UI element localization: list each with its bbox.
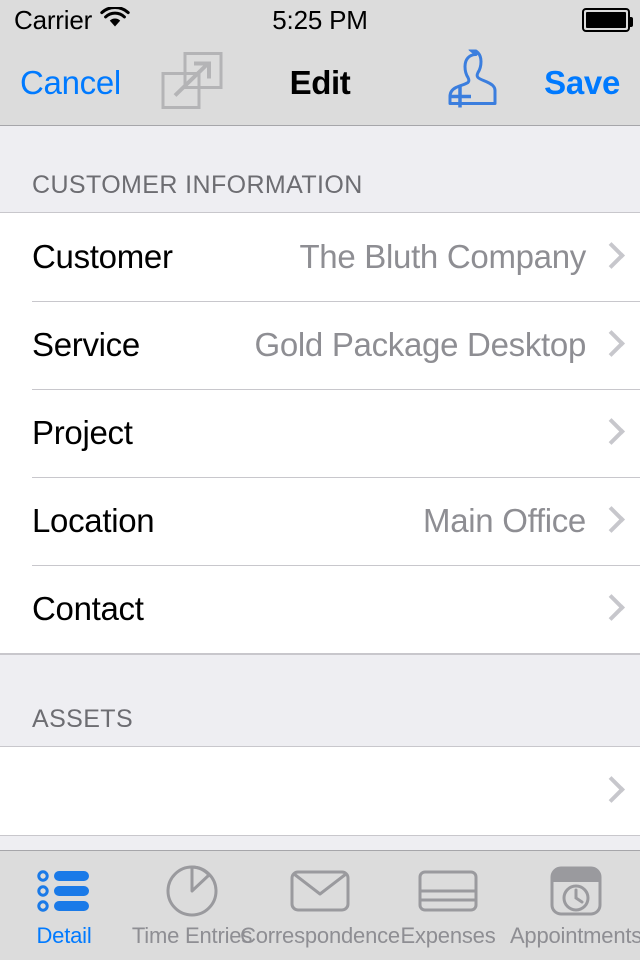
row-label: Project	[32, 414, 133, 451]
assets-group	[0, 746, 640, 836]
tab-appointments[interactable]: Appointments	[509, 851, 640, 960]
status-bar-right	[582, 0, 633, 40]
chevron-right-icon	[600, 594, 618, 624]
tab-label: Time Entries	[131, 922, 253, 948]
tab-expenses[interactable]: Expenses	[384, 851, 512, 960]
table-row-contact[interactable]: Contact	[0, 565, 640, 653]
customer-information-group: Customer The Bluth Company Service Gold …	[0, 212, 640, 654]
row-value: Gold Package Desktop	[254, 326, 586, 363]
table-row-customer[interactable]: Customer The Bluth Company	[0, 213, 640, 301]
row-value: Main Office	[423, 502, 586, 539]
bulleted-list-icon	[37, 863, 91, 919]
row-label: Service	[32, 326, 140, 363]
tab-label: Appointments	[509, 922, 640, 948]
tab-detail[interactable]: Detail	[0, 851, 128, 960]
table-row-project[interactable]: Project	[0, 389, 640, 477]
credit-card-icon	[418, 863, 478, 919]
tab-bar: Detail Time Entries Correspondence Expen…	[0, 850, 640, 960]
calendar-clock-icon	[549, 863, 603, 919]
chevron-right-icon	[600, 776, 618, 806]
row-label: Location	[32, 502, 155, 539]
save-button[interactable]: Save	[544, 64, 620, 102]
navigation-bar: Cancel Edit Save	[0, 40, 640, 126]
add-person-icon[interactable]	[447, 47, 505, 116]
tab-time-entries[interactable]: Time Entries	[128, 851, 256, 960]
row-label: Customer	[32, 238, 173, 275]
battery-full-icon	[582, 8, 633, 32]
section-header-customer-information: CUSTOMER INFORMATION	[0, 126, 640, 212]
table-row-location[interactable]: Location Main Office	[0, 477, 640, 565]
chevron-right-icon	[600, 330, 618, 360]
status-bar: Carrier 5:25 PM	[0, 0, 640, 40]
status-bar-time: 5:25 PM	[272, 4, 368, 35]
table-row-service[interactable]: Service Gold Package Desktop	[0, 301, 640, 389]
row-label: Contact	[32, 590, 144, 627]
table-row-asset[interactable]	[0, 747, 640, 835]
tab-correspondence[interactable]: Correspondence	[240, 851, 400, 960]
app-screen: Carrier 5:25 PM Cancel Edit Save CUSTOME…	[0, 0, 640, 960]
pie-timer-icon	[164, 863, 220, 919]
form-content[interactable]: CUSTOMER INFORMATION Customer The Bluth …	[0, 126, 640, 850]
tab-label: Expenses	[400, 922, 496, 948]
row-value: The Bluth Company	[299, 238, 586, 275]
tab-label: Detail	[36, 922, 92, 948]
chevron-right-icon	[600, 418, 618, 448]
chevron-right-icon	[600, 506, 618, 536]
chevron-right-icon	[600, 242, 618, 272]
section-header-assets: ASSETS	[0, 654, 640, 746]
envelope-icon	[290, 863, 350, 919]
tab-label: Correspondence	[240, 922, 400, 948]
